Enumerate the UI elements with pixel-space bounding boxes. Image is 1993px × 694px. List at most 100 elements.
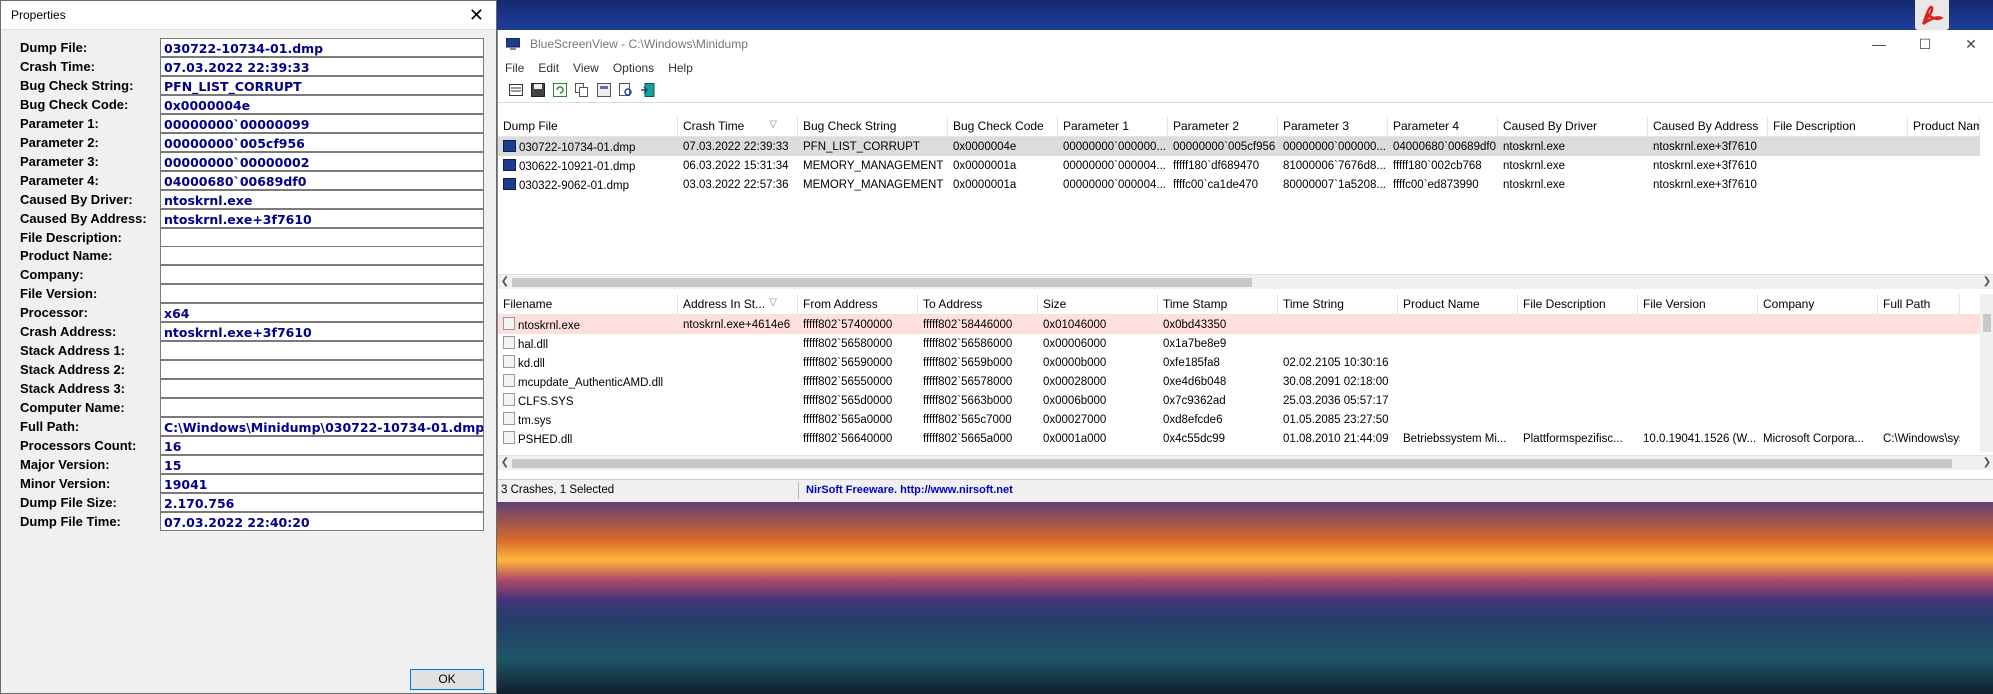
vscroll-thumb[interactable] [1983,314,1991,332]
scroll-right-icon[interactable]: ❯ [1980,275,1993,289]
table-cell: 00000000`000000... [1058,141,1168,153]
column-header[interactable]: Caused By Driver [1498,116,1648,136]
save-icon[interactable] [530,82,546,98]
column-header[interactable]: Bug Check Code [948,116,1058,136]
column-header-label: Caused By Driver [1503,119,1598,133]
column-header[interactable]: File Description [1518,294,1638,314]
cell-text: ffffc00`ed873990 [1393,178,1479,191]
dump-list-hscrollbar[interactable]: ❮ ❯ [498,274,1993,289]
column-header[interactable]: To Address [918,294,1038,314]
column-header[interactable]: Parameter 1 [1058,116,1168,136]
cell-text: 00000000`005cf956 [1173,140,1276,153]
driver-list-vscrollbar[interactable] [1980,294,1993,452]
properties-dialog: Properties ✕ Dump File: 030722-10734-01.d… [0,0,497,694]
table-cell: ntoskrnl.exe [498,317,678,332]
column-header[interactable]: Filename [498,294,678,314]
column-header[interactable]: Company [1758,294,1878,314]
table-cell: 0xe4d6b048 [1158,376,1278,388]
menu-file[interactable]: File [505,61,524,75]
column-header-label: Full Path [1883,297,1931,311]
table-row[interactable]: ntoskrnl.exe ntoskrnl.exe+4614e6 fffff802`… [498,315,1980,334]
column-header[interactable]: Parameter 2 [1168,116,1278,136]
table-row[interactable]: mcupdate_AuthenticAMD.dll fffff802`565500… [498,372,1980,391]
table-row[interactable]: PSHED.dll fffff802`56640000 fffff802`5665a… [498,429,1980,448]
table-cell: 0x0000001a [948,179,1058,191]
cell-text: 00000000`000000... [1283,140,1386,153]
table-row[interactable]: 030722-10734-01.dmp 07.03.2022 22:39:33 PF… [498,137,1980,156]
cell-text: 0x0000004e [953,140,1017,153]
close-icon[interactable]: ✕ [465,6,488,24]
menu-edit[interactable]: Edit [538,61,559,75]
html-report-icon[interactable] [596,82,612,98]
property-label: Processor: [20,305,88,321]
scroll-thumb[interactable] [512,278,1252,287]
exit-icon[interactable] [640,82,656,98]
column-header-label: Bug Check Code [953,119,1044,133]
column-header[interactable]: Product Name [1398,294,1518,314]
maximize-button[interactable]: ☐ [1902,30,1948,58]
column-header[interactable]: Full Path [1878,294,1960,314]
scroll-thumb[interactable] [512,459,1952,468]
table-row[interactable]: CLFS.SYS fffff802`565d0000 fffff802`5663b0… [498,391,1980,410]
ok-button[interactable]: OK [410,669,484,690]
menu-options[interactable]: Options [613,61,654,75]
column-header[interactable]: Parameter 4 [1388,116,1498,136]
properties-toolbar-icon[interactable] [508,82,524,98]
table-cell: fffff802`56578000 [918,376,1038,388]
table-row[interactable]: tm.sys fffff802`565a0000 fffff802`565c7000… [498,410,1980,429]
table-cell: 00000000`000004... [1058,179,1168,191]
table-cell: fffff802`565d0000 [798,395,918,407]
property-value-field[interactable]: 07.03.2022 22:40:20 [160,511,484,531]
menu-help[interactable]: Help [668,61,693,75]
column-header-label: Parameter 2 [1173,119,1240,133]
driver-list-hscrollbar[interactable]: ❮ ❯ [498,455,1993,470]
find-icon[interactable] [618,82,634,98]
close-window-button[interactable]: ✕ [1948,30,1993,58]
column-header[interactable]: Caused By Address [1648,116,1768,136]
cell-text: fffff802`56640000 [803,432,893,445]
copy-icon[interactable] [574,82,590,98]
toolbar [498,78,1993,103]
cell-text: mcupdate_AuthenticAMD.dll [518,377,664,389]
pdf-file-icon[interactable] [1915,0,1949,30]
cell-text: 00000000`000004... [1063,159,1166,172]
table-cell: 0x00027000 [1038,414,1158,426]
scroll-right-icon[interactable]: ❯ [1980,456,1993,470]
column-header[interactable]: Crash Time ▽ [678,116,798,136]
main-titlebar: BlueScreenView - C:\Windows\Minidump [498,30,1993,58]
table-row[interactable]: kd.dll fffff802`56590000 fffff802`5659b000… [498,353,1980,372]
cell-text: fffff802`5659b000 [923,356,1013,369]
minimize-button[interactable]: — [1856,30,1902,58]
column-header[interactable]: Time String [1278,294,1398,314]
table-cell: fffff802`56640000 [798,433,918,445]
column-header[interactable]: Bug Check String [798,116,948,136]
nirsoft-link[interactable]: NirSoft Freeware. http://www.nirsoft.net [806,484,1013,496]
column-header[interactable]: Address In St... ▽ [678,294,798,314]
column-header[interactable]: File Description [1768,116,1908,136]
cell-text: 10.0.19041.1526 (W... [1643,432,1757,445]
table-cell: 0x0006b000 [1038,395,1158,407]
scroll-left-icon[interactable]: ❮ [498,275,512,289]
property-label: Parameter 1: [20,115,99,131]
refresh-icon[interactable] [552,82,568,98]
column-header[interactable]: Size [1038,294,1158,314]
table-cell: ffffc00`ca1de470 [1168,179,1278,191]
table-cell: Plattformspezifisc... [1518,433,1638,445]
cell-text: MEMORY_MANAGEMENT [803,159,944,172]
column-header[interactable]: Time Stamp [1158,294,1278,314]
table-cell: 01.08.2010 21:44:09 [1278,433,1398,445]
menu-view[interactable]: View [573,61,599,75]
column-header[interactable]: File Version [1638,294,1758,314]
table-row[interactable]: hal.dll fffff802`56580000 fffff802`5658600… [498,334,1980,353]
table-cell: 03.03.2022 22:57:36 [678,179,798,191]
table-cell: 10.0.19041.1526 (W... [1638,433,1758,445]
column-header-label: Parameter 4 [1393,119,1460,133]
column-header[interactable]: Dump File [498,116,678,136]
column-header[interactable]: From Address [798,294,918,314]
scroll-left-icon[interactable]: ❮ [498,456,512,470]
table-row[interactable]: 030622-10921-01.dmp 06.03.2022 15:31:34 ME… [498,156,1980,175]
column-header[interactable]: Product Name [1908,116,1980,136]
table-cell: 02.02.2105 10:30:16 [1278,357,1398,369]
column-header[interactable]: Parameter 3 [1278,116,1388,136]
table-row[interactable]: 030322-9062-01.dmp 03.03.2022 22:57:36 MEM… [498,175,1980,194]
